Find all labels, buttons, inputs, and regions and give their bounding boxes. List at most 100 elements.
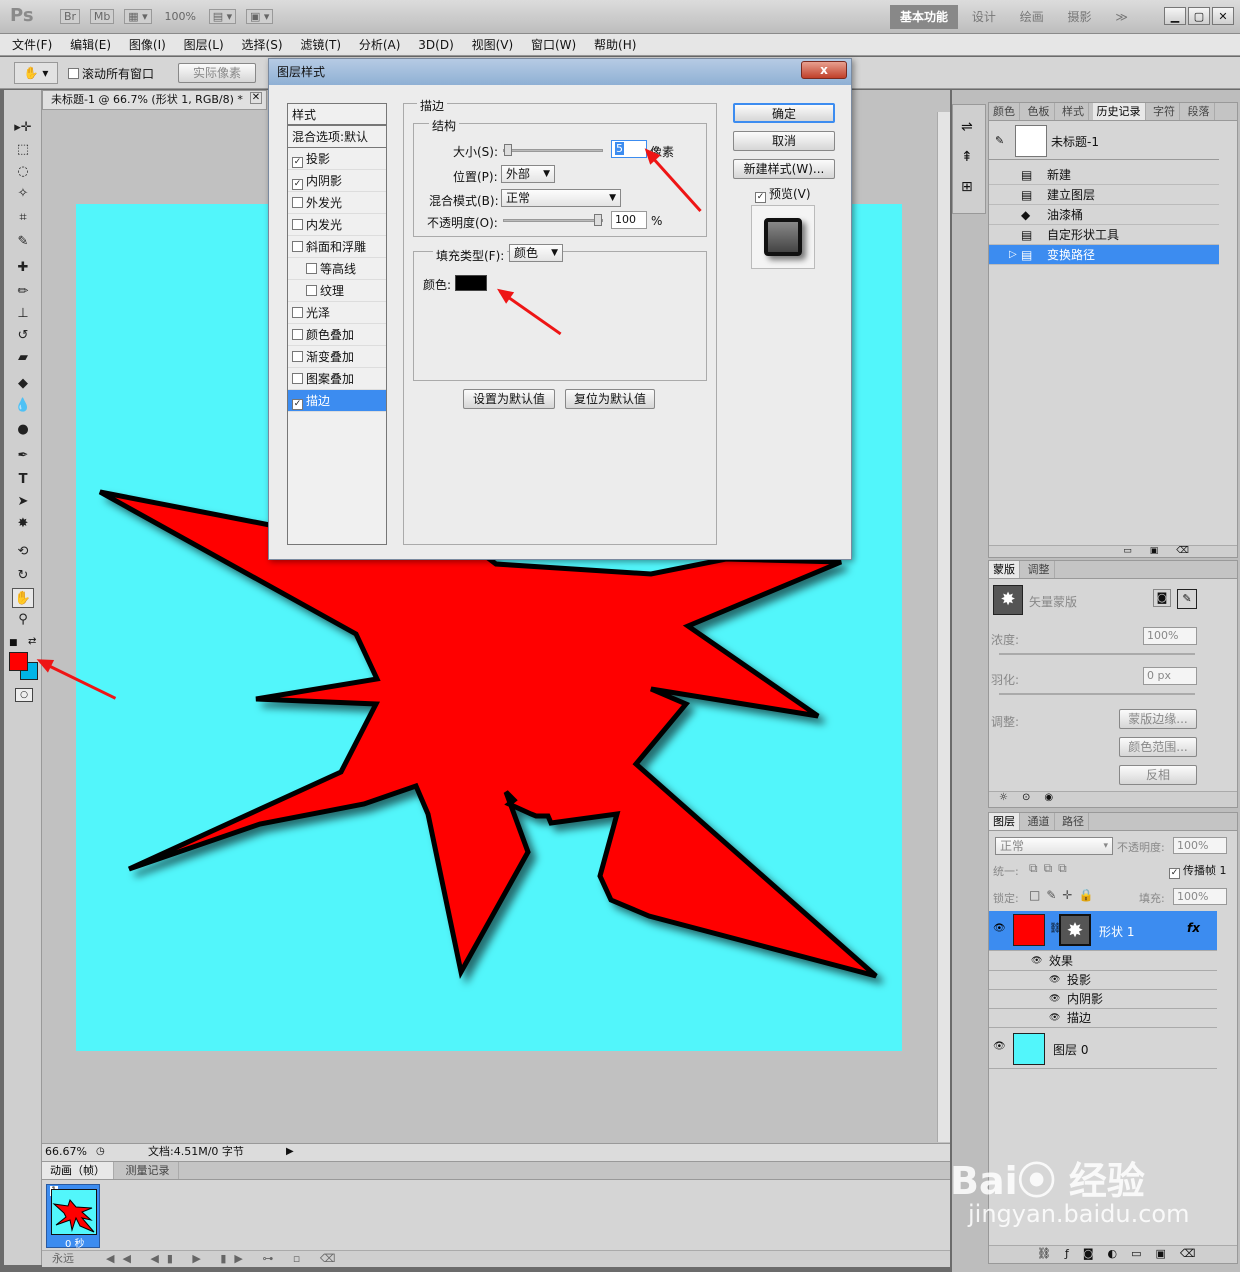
ok-button[interactable]: 确定: [733, 103, 835, 123]
workspace-design[interactable]: 设计: [962, 5, 1006, 29]
shape-layer-name[interactable]: 形状 1: [1099, 923, 1134, 940]
eye-icon[interactable]: 👁: [1049, 1009, 1060, 1027]
workspace-more[interactable]: ≫: [1105, 5, 1138, 29]
style-contour[interactable]: 等高线: [288, 258, 386, 280]
opacity-slider[interactable]: [503, 214, 603, 226]
effect-drop-shadow[interactable]: 👁 投影: [989, 971, 1217, 990]
clone-source-icon[interactable]: ⊞: [961, 179, 973, 195]
starburst-polygon[interactable]: [98, 489, 878, 980]
default-colors-icon[interactable]: ■: [9, 638, 18, 648]
history-footer-icons[interactable]: ▭▣⌫: [989, 545, 1237, 557]
zoom-tool-icon[interactable]: ⚲: [12, 610, 34, 630]
eye-icon[interactable]: 👁: [993, 923, 1006, 934]
menu-image[interactable]: 图像(I): [122, 34, 173, 56]
layer-row-shape1[interactable]: 👁 ⛓ ✸ 形状 1 fx: [989, 911, 1217, 951]
menu-filter[interactable]: 滤镜(T): [293, 34, 348, 56]
lasso-tool-icon[interactable]: ◌: [12, 162, 34, 182]
workspace-painting[interactable]: 绘画: [1010, 5, 1054, 29]
checkbox-gradient-overlay[interactable]: [292, 351, 303, 362]
style-color-overlay[interactable]: 颜色叠加: [288, 324, 386, 346]
view-extras-icon[interactable]: ▦ ▾: [124, 9, 152, 24]
checkbox-contour[interactable]: [306, 263, 317, 274]
tab-layers[interactable]: 图层: [989, 813, 1020, 830]
styles-header[interactable]: 样式: [288, 104, 386, 126]
feather-field[interactable]: 0 px: [1143, 667, 1197, 685]
actual-pixels-button[interactable]: 实际像素: [178, 63, 256, 83]
eye-icon[interactable]: 👁: [1049, 971, 1060, 989]
tab-color[interactable]: 颜色: [989, 103, 1020, 120]
history-snapshot[interactable]: ✎ 未标题-1: [989, 122, 1219, 160]
layer-row-layer0[interactable]: 👁 图层 0: [989, 1029, 1217, 1069]
style-pattern-overlay[interactable]: 图案叠加: [288, 368, 386, 390]
opacity-slider-thumb[interactable]: [594, 214, 602, 226]
fx-icon[interactable]: fx: [1187, 921, 1200, 935]
unify-icons[interactable]: ⧉⧉⧉: [1029, 861, 1073, 876]
move-tool-icon[interactable]: ▸✛: [12, 118, 34, 138]
stroke-color-swatch[interactable]: [455, 275, 487, 291]
brush-panel-icon[interactable]: ⇞: [961, 149, 973, 165]
tab-masks[interactable]: 蒙版: [989, 561, 1020, 578]
minimize-icon[interactable]: ▁: [1164, 7, 1186, 25]
tab-history[interactable]: 历史记录: [1092, 103, 1146, 120]
eye-icon[interactable]: 👁: [1049, 990, 1060, 1008]
history-item-paint-bucket[interactable]: ◆ 油漆桶: [989, 205, 1219, 225]
close-tab-icon[interactable]: ✕: [250, 92, 262, 104]
style-stroke[interactable]: ✓ 描边: [288, 390, 386, 412]
eyedropper-tool-icon[interactable]: ✎: [12, 232, 34, 252]
animation-frame[interactable]: 1 0 秒: [46, 1184, 100, 1250]
eye-icon[interactable]: 👁: [1031, 952, 1042, 970]
marquee-tool-icon[interactable]: ⬚: [12, 140, 34, 160]
menu-file[interactable]: 文件(F): [0, 34, 59, 56]
menu-analysis[interactable]: 分析(A): [352, 34, 408, 56]
layer-blend-mode-select[interactable]: 正常 ▾: [995, 837, 1113, 855]
stamp-tool-icon[interactable]: ⊥: [12, 304, 34, 324]
menu-layer[interactable]: 图层(L): [177, 34, 231, 56]
checkbox-inner-glow[interactable]: [292, 219, 303, 230]
history-item-transform-path[interactable]: ▷ ▤ 变换路径: [989, 245, 1219, 265]
layer-opacity-field[interactable]: 100%: [1173, 837, 1227, 854]
canvas-vertical-scrollbar[interactable]: [937, 112, 950, 1142]
tab-swatches[interactable]: 色板: [1024, 103, 1055, 120]
history-item-new[interactable]: ▤ 新建: [989, 165, 1219, 185]
shape-color-thumbnail[interactable]: [1013, 914, 1045, 946]
fill-field[interactable]: 100%: [1173, 888, 1227, 905]
cancel-button[interactable]: 取消: [733, 131, 835, 151]
new-style-button[interactable]: 新建样式(W)...: [733, 159, 835, 179]
reset-default-button[interactable]: 复位为默认值: [565, 389, 655, 409]
invert-button[interactable]: 反相: [1119, 765, 1197, 785]
tool-presets-icon[interactable]: ⇌: [961, 119, 973, 135]
opacity-input[interactable]: 100: [611, 211, 647, 229]
effects-row[interactable]: 👁 效果: [989, 952, 1217, 971]
snapshot-brush-icon[interactable]: ✎: [995, 134, 1004, 147]
vector-mask-thumbnail-icon[interactable]: ✸: [1059, 914, 1091, 946]
eye-icon[interactable]: 👁: [993, 1041, 1006, 1052]
document-tab[interactable]: 未标题-1 @ 66.7% (形状 1, RGB/8) * ✕: [42, 90, 267, 110]
pixel-mask-icon[interactable]: ◙: [1153, 589, 1171, 607]
menu-edit[interactable]: 编辑(E): [63, 34, 118, 56]
status-zoom[interactable]: 66.67%: [45, 1144, 87, 1160]
swap-colors-icon[interactable]: ⇄: [28, 636, 36, 647]
fill-type-select[interactable]: 颜色 ▼: [509, 244, 563, 262]
checkbox-inner-shadow[interactable]: ✓: [292, 179, 303, 190]
tab-paths[interactable]: 路径: [1058, 813, 1089, 830]
crop-tool-icon[interactable]: ⌗: [12, 208, 34, 228]
scroll-all-windows[interactable]: 滚动所有窗口: [68, 65, 154, 82]
type-tool-icon[interactable]: T: [12, 470, 34, 490]
layers-footer-icons[interactable]: ⛓ƒ◙◐▭▣⌫: [989, 1245, 1237, 1263]
tab-styles[interactable]: 样式: [1058, 103, 1089, 120]
close-icon[interactable]: ✕: [1212, 7, 1234, 25]
checkbox-bevel-emboss[interactable]: [292, 241, 303, 252]
eraser-tool-icon[interactable]: ▰: [12, 348, 34, 368]
paint-bucket-icon[interactable]: ◆: [12, 374, 34, 394]
tab-measurement-log[interactable]: 测量记录: [118, 1162, 179, 1179]
checkbox-stroke[interactable]: ✓: [292, 399, 303, 410]
lock-icons[interactable]: □✎✛🔒: [1029, 888, 1099, 902]
mask-edge-button[interactable]: 蒙版边缘...: [1119, 709, 1197, 729]
menu-window[interactable]: 窗口(W): [524, 34, 583, 56]
history-item-create-layer[interactable]: ▤ 建立图层: [989, 185, 1219, 205]
checkbox-satin[interactable]: [292, 307, 303, 318]
healing-brush-icon[interactable]: ✚: [12, 258, 34, 278]
checkbox-outer-glow[interactable]: [292, 197, 303, 208]
feather-slider[interactable]: [999, 693, 1195, 695]
tab-channels[interactable]: 通道: [1024, 813, 1055, 830]
